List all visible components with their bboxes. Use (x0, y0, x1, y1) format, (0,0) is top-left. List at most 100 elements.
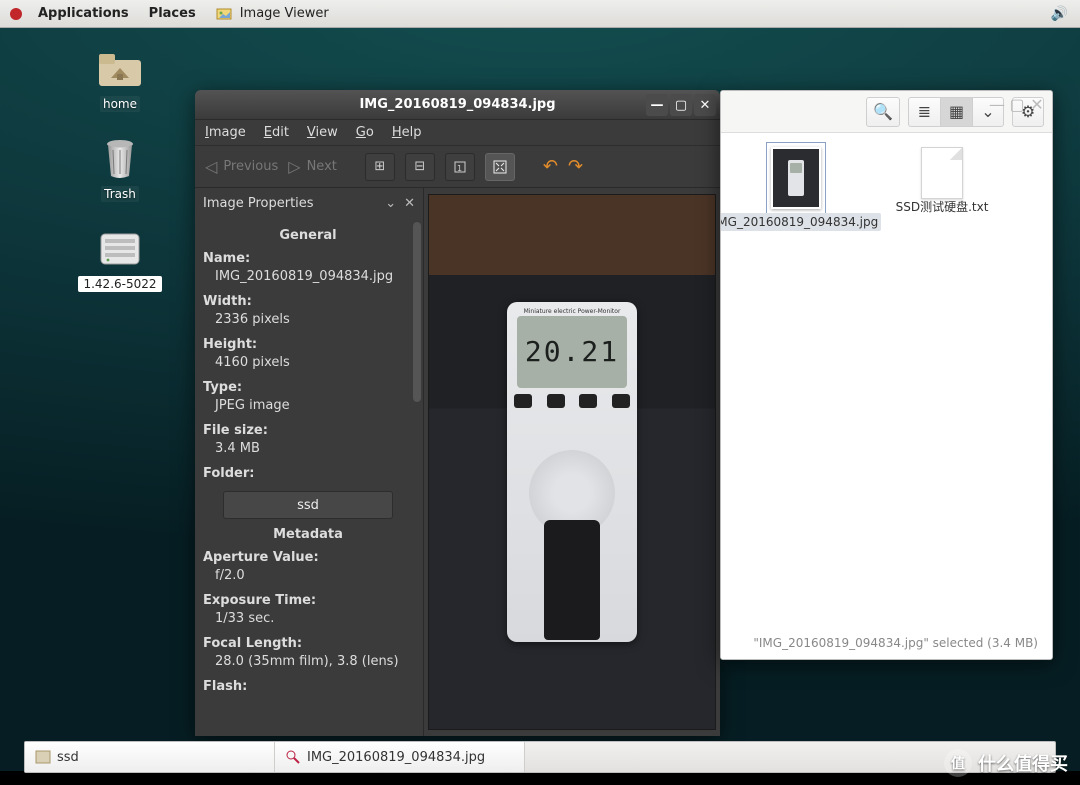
zoom-fit-button[interactable] (485, 153, 515, 181)
zoom-out-button[interactable]: ⊟ (405, 153, 435, 181)
value-exposure: 1/33 sec. (203, 608, 413, 626)
section-general: General (203, 228, 413, 243)
taskbar-entry-label: ssd (57, 750, 79, 765)
label-filesize: File size: (203, 423, 413, 438)
file-item-label: SSD测试硬盘.txt (896, 199, 989, 215)
file-item-image[interactable]: IMG_20160819_094834.jpg (741, 147, 851, 231)
svg-text:1: 1 (457, 164, 462, 173)
power-meter-device: Miniature electric Power-Monitor 20.21 (507, 302, 637, 642)
viewer-toolbar: ◁Previous ▷Next ⊞ ⊟ 1 ↶ ↷ (195, 146, 720, 188)
label-exposure: Exposure Time: (203, 593, 413, 608)
value-aperture: f/2.0 (203, 565, 413, 583)
label-name: Name: (203, 251, 413, 266)
image-viewer-window: IMG_20160819_094834.jpg — ▢ ✕ Image Edit… (195, 90, 720, 736)
zoom-in-button[interactable]: ⊞ (365, 153, 395, 181)
properties-panel-title: Image Properties (203, 196, 314, 211)
label-aperture: Aperture Value: (203, 550, 413, 565)
files-minimize-button[interactable]: — (988, 95, 1006, 113)
active-app-indicator[interactable]: Image Viewer (216, 6, 329, 22)
desktop-trash-label: Trash (101, 186, 139, 202)
zoom-normal-button[interactable]: 1 (445, 153, 475, 181)
label-height: Height: (203, 337, 413, 352)
text-document-icon (921, 147, 963, 199)
folder-button[interactable]: ssd (223, 491, 393, 519)
watermark-text: 什么值得买 (978, 750, 1068, 776)
search-icon: 🔍 (873, 102, 893, 121)
panel-close-icon[interactable]: ✕ (404, 196, 415, 211)
value-width: 2336 pixels (203, 309, 413, 327)
chevron-left-icon: ◁ (205, 159, 217, 175)
watermark: 值 什么值得买 (944, 749, 1068, 777)
watermark-badge-icon: 值 (944, 749, 972, 777)
menu-image[interactable]: Image (205, 125, 246, 140)
next-button[interactable]: ▷Next (288, 159, 337, 175)
desktop-trash-icon[interactable]: Trash (96, 134, 144, 202)
folder-home-icon (96, 44, 144, 92)
minimize-button[interactable]: — (646, 94, 668, 116)
volume-icon[interactable]: 🔊 (1051, 6, 1068, 22)
files-status-bar: "IMG_20160819_094834.jpg" selected (3.4 … (749, 635, 1042, 651)
file-thumbnail-icon (771, 147, 821, 209)
files-window: — ▢ ✕ 🔍 ≣ ▦ ⌄ ⚙ IMG_20160819_094834.jpg … (720, 90, 1053, 660)
value-filesize: 3.4 MB (203, 438, 413, 456)
section-metadata: Metadata (203, 527, 413, 542)
file-item-label: IMG_20160819_094834.jpg (720, 213, 881, 231)
desktop-disk-label: 1.42.6-5022 (78, 276, 161, 292)
meter-lcd-reading: 20.21 (517, 316, 627, 388)
image-viewer-app-icon (216, 6, 232, 22)
taskbar-entry-files[interactable]: ssd (25, 742, 275, 772)
bottom-taskbar: ssd IMG_20160819_094834.jpg (24, 741, 1056, 773)
image-properties-panel: Image Properties ⌄ ✕ General Name:IMG_20… (195, 188, 424, 736)
previous-button[interactable]: ◁Previous (205, 159, 278, 175)
top-panel: Applications Places Image Viewer 🔊 (0, 0, 1080, 28)
chevron-right-icon: ▷ (288, 159, 300, 175)
files-close-button[interactable]: ✕ (1028, 95, 1046, 113)
maximize-button[interactable]: ▢ (670, 94, 692, 116)
meter-brand-label: Miniature electric Power-Monitor (507, 308, 637, 315)
image-viewer-icon (285, 749, 301, 765)
panel-collapse-icon[interactable]: ⌄ (385, 196, 396, 211)
label-focal: Focal Length: (203, 636, 413, 651)
grid-icon: ▦ (949, 102, 964, 121)
viewer-menubar: Image Edit View Go Help (195, 120, 720, 146)
value-name: IMG_20160819_094834.jpg (203, 266, 413, 284)
rotate-left-button[interactable]: ↶ (543, 156, 558, 177)
value-height: 4160 pixels (203, 352, 413, 370)
grid-view-button[interactable]: ▦ (940, 97, 972, 127)
files-browser-body[interactable]: IMG_20160819_094834.jpg SSD测试硬盘.txt "IMG… (721, 133, 1052, 659)
value-type: JPEG image (203, 395, 413, 413)
menu-edit[interactable]: Edit (264, 125, 289, 140)
value-focal: 28.0 (35mm film), 3.8 (lens) (203, 651, 413, 669)
properties-scrollbar[interactable] (413, 222, 421, 402)
menu-go[interactable]: Go (356, 125, 374, 140)
menu-help[interactable]: Help (392, 125, 422, 140)
image-display-area: Miniature electric Power-Monitor 20.21 (424, 188, 720, 736)
file-manager-icon (35, 749, 51, 765)
taskbar-entry-viewer[interactable]: IMG_20160819_094834.jpg (275, 742, 525, 772)
applications-menu[interactable]: Applications (30, 0, 137, 28)
drive-icon (96, 224, 144, 272)
trash-icon (96, 134, 144, 182)
files-search-button[interactable]: 🔍 (866, 97, 900, 127)
places-menu[interactable]: Places (141, 0, 204, 28)
os-emblem-icon (8, 6, 24, 22)
rotate-right-button[interactable]: ↷ (568, 156, 583, 177)
menu-view[interactable]: View (307, 125, 338, 140)
files-maximize-button[interactable]: ▢ (1008, 95, 1026, 113)
desktop-disk-icon[interactable]: 1.42.6-5022 (78, 224, 161, 292)
label-folder: Folder: (203, 466, 413, 481)
close-button[interactable]: ✕ (694, 94, 716, 116)
taskbar-entry-label: IMG_20160819_094834.jpg (307, 750, 485, 765)
label-type: Type: (203, 380, 413, 395)
list-view-button[interactable]: ≣ (908, 97, 940, 127)
viewer-titlebar[interactable]: IMG_20160819_094834.jpg — ▢ ✕ (195, 90, 720, 120)
desktop-icons: home Trash 1.42.6-5022 (70, 44, 170, 292)
list-icon: ≣ (918, 102, 931, 121)
desktop-home-icon[interactable]: home (96, 44, 144, 112)
desktop-home-label: home (100, 96, 140, 112)
active-app-label: Image Viewer (240, 6, 329, 21)
file-item-text[interactable]: SSD测试硬盘.txt (887, 147, 997, 215)
displayed-photo: Miniature electric Power-Monitor 20.21 (428, 194, 716, 730)
label-width: Width: (203, 294, 413, 309)
label-flash: Flash: (203, 679, 413, 694)
